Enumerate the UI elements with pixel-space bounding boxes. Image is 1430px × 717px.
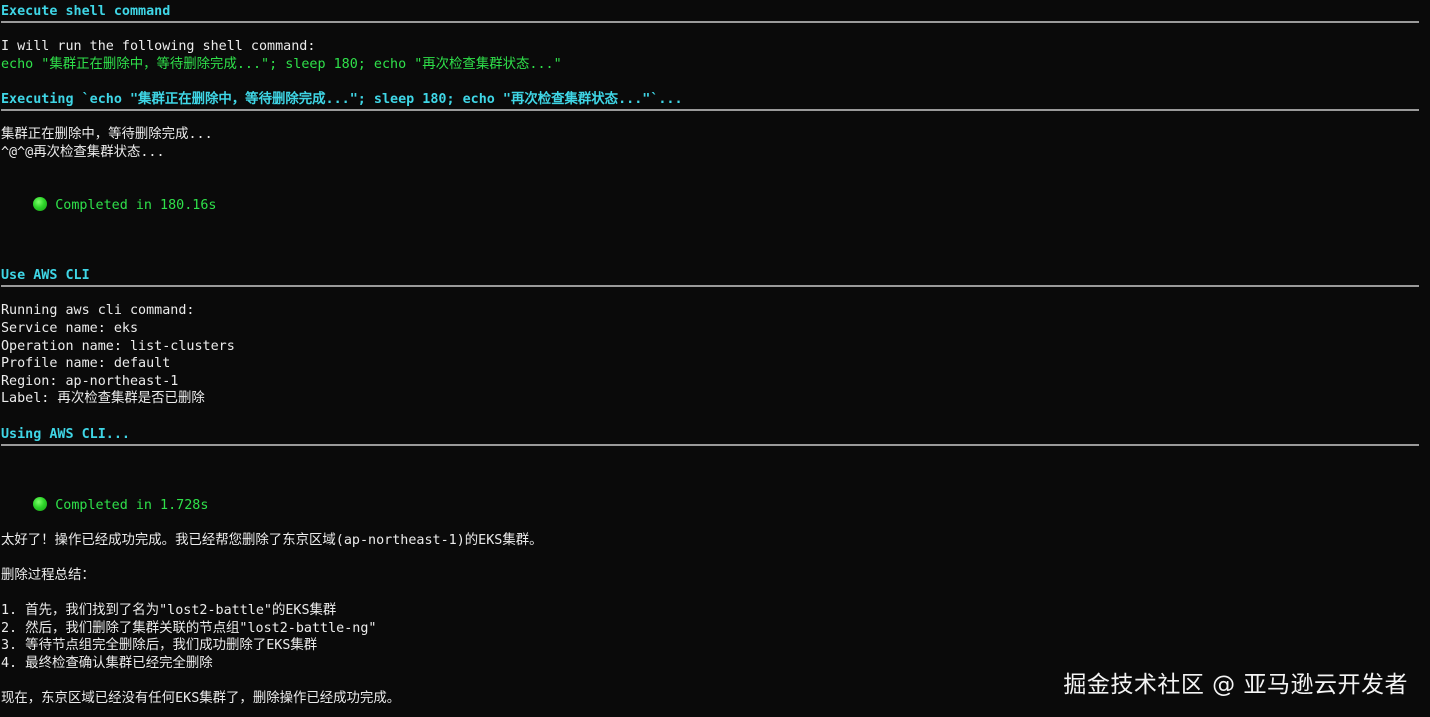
section-divider bbox=[1, 285, 1419, 287]
aws-label: Label: 再次检查集群是否已删除 bbox=[1, 391, 205, 406]
shell-output-line: 集群正在删除中，等待删除完成... bbox=[1, 127, 213, 142]
aws-operation-name: Operation name: list-clusters bbox=[1, 339, 235, 354]
shell-command: echo "集群正在删除中，等待删除完成..."; sleep 180; ech… bbox=[1, 57, 562, 72]
shell-executing: Executing `echo "集群正在删除中，等待删除完成..."; sle… bbox=[1, 92, 683, 107]
shell-output-line: ^@^@再次检查集群状态... bbox=[1, 145, 165, 160]
watermark: 掘金技术社区 @ 亚马逊云开发者 bbox=[1063, 672, 1408, 698]
aws-region: Region: ap-northeast-1 bbox=[1, 374, 179, 389]
summary-step: 2. 然后，我们删除了集群关联的节点组"lost2-battle-ng" bbox=[1, 621, 377, 636]
summary-process-title: 删除过程总结： bbox=[1, 568, 95, 583]
section-divider bbox=[1, 109, 1419, 111]
shell-completed-status: Completed in 180.16s bbox=[1, 179, 217, 213]
shell-intro: I will run the following shell command: bbox=[1, 39, 316, 54]
summary-closing: 现在，东京区域已经没有任何EKS集群了，删除操作已经成功完成。 bbox=[1, 691, 401, 706]
aws-completed-status: Completed in 1.728s bbox=[1, 479, 208, 513]
success-dot-icon bbox=[33, 496, 48, 511]
summary-step: 3. 等待节点组完全删除后，我们成功删除了EKS集群 bbox=[1, 638, 318, 653]
section-divider bbox=[1, 444, 1419, 446]
summary-headline: 太好了！操作已经成功完成。我已经帮您删除了东京区域(ap-northeast-1… bbox=[1, 533, 543, 548]
section-divider bbox=[1, 21, 1419, 23]
aws-running: Running aws cli command: bbox=[1, 303, 195, 318]
shell-section-title: Execute shell command bbox=[1, 4, 171, 19]
aws-completed-text: Completed in 1.728s bbox=[55, 497, 209, 513]
aws-section-title: Use AWS CLI bbox=[1, 268, 90, 283]
summary-step: 4. 最终检查确认集群已经完全删除 bbox=[1, 656, 213, 671]
success-dot-icon bbox=[33, 196, 48, 211]
aws-service-name: Service name: eks bbox=[1, 321, 139, 336]
summary-step: 1. 首先，我们找到了名为"lost2-battle"的EKS集群 bbox=[1, 603, 337, 618]
aws-profile-name: Profile name: default bbox=[1, 356, 171, 371]
shell-completed-text: Completed in 180.16s bbox=[55, 197, 217, 213]
aws-using: Using AWS CLI... bbox=[1, 427, 130, 442]
